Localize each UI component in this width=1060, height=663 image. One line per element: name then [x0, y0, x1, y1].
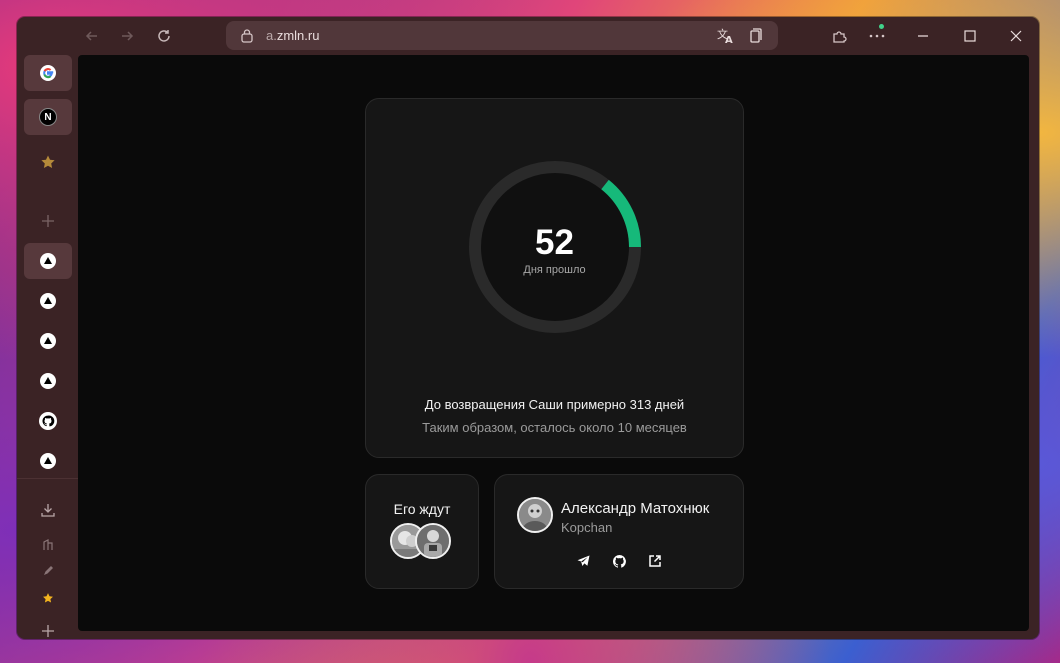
sidebar-item-vercel-5[interactable] [24, 443, 72, 479]
svg-text:A: A [725, 35, 733, 44]
sidebar-add-bottom-button[interactable] [24, 616, 72, 639]
sidebar-item-notion[interactable]: N [24, 99, 72, 135]
triangle-icon [40, 293, 56, 309]
url-subdomain: a. [266, 28, 277, 43]
triangle-icon [40, 333, 56, 349]
months-remaining-text: Таким образом, осталось около 10 месяцев [422, 420, 687, 435]
forward-button[interactable] [114, 24, 140, 48]
sidebar-item-google[interactable] [24, 55, 72, 91]
n-icon: N [39, 108, 57, 126]
days-passed-label: Дня прошло [523, 264, 586, 276]
github-icon [612, 554, 626, 568]
external-link-icon [649, 555, 661, 567]
arrow-right-icon [122, 31, 134, 41]
page-content: 52 Дня прошло До возвращения Саши пример… [78, 55, 1029, 631]
minimize-icon [918, 35, 928, 37]
browser-window: a.zmln.ru 文A N 52 Дня прошло До возвраще… [17, 17, 1039, 639]
sidebar-item-vercel-3[interactable] [24, 323, 72, 359]
github-link[interactable] [611, 553, 627, 569]
sidebar-item-github[interactable] [24, 403, 72, 439]
sidebar-item-vercel-2[interactable] [24, 283, 72, 319]
close-icon [1010, 30, 1022, 42]
arrow-left-icon [85, 31, 97, 41]
counter-card: 52 Дня прошло До возвращения Саши пример… [365, 98, 744, 458]
sidebar-divider [17, 478, 78, 479]
extensions-button[interactable] [827, 25, 851, 47]
google-icon [40, 65, 56, 81]
collections-icon[interactable] [748, 27, 764, 49]
plus-icon [42, 625, 54, 637]
sidebar-add-button[interactable] [24, 203, 72, 239]
translate-icon[interactable]: 文A [717, 27, 735, 49]
reload-button[interactable] [151, 24, 177, 48]
author-card: Александр Матохнюк Kopchan [494, 474, 744, 589]
sidebar-item-star[interactable] [24, 580, 72, 616]
sidebar-item-vercel-4[interactable] [24, 363, 72, 399]
browser-toolbar: a.zmln.ru 文A [17, 17, 1039, 55]
github-icon [39, 412, 57, 430]
pen-icon [44, 566, 53, 575]
author-name: Александр Матохнюк [561, 500, 710, 517]
waiting-title: Его ждут [393, 501, 451, 517]
author-avatar[interactable] [517, 497, 553, 533]
telegram-link[interactable] [575, 553, 591, 569]
reload-icon [158, 30, 170, 42]
url-text: a.zmln.ru [266, 28, 319, 43]
download-icon [41, 504, 55, 517]
maximize-button[interactable] [958, 25, 982, 47]
update-dot [879, 24, 884, 29]
star-icon [41, 155, 55, 168]
address-bar[interactable]: a.zmln.ru 文A [226, 21, 778, 50]
sidebar-item-vercel-1[interactable] [24, 243, 72, 279]
triangle-icon [40, 373, 56, 389]
minimize-button[interactable] [911, 25, 935, 47]
puzzle-icon [833, 31, 847, 43]
close-button[interactable] [1004, 25, 1028, 47]
triangle-icon [40, 453, 56, 469]
back-button[interactable] [79, 24, 105, 48]
triangle-icon [40, 253, 56, 269]
author-nickname: Kopchan [561, 520, 613, 535]
sidebar-downloads-button[interactable] [24, 492, 72, 528]
sidebar: N [17, 55, 78, 639]
lock-icon[interactable] [240, 28, 254, 48]
sidebar-item-favorites[interactable] [24, 144, 72, 180]
plus-icon [42, 215, 54, 227]
maximize-icon [964, 30, 976, 42]
days-passed-number: 52 [535, 223, 574, 262]
more-icon [869, 34, 885, 38]
building-icon [43, 539, 53, 550]
avatar[interactable] [415, 523, 451, 559]
star-icon [43, 593, 53, 603]
telegram-icon [577, 555, 589, 566]
return-estimate-text: До возвращения Саши примерно 313 дней [424, 397, 685, 412]
more-button[interactable] [865, 25, 889, 47]
external-link[interactable] [647, 553, 663, 569]
waiting-card: Его ждут [365, 474, 479, 589]
url-domain: zmln.ru [276, 28, 320, 43]
